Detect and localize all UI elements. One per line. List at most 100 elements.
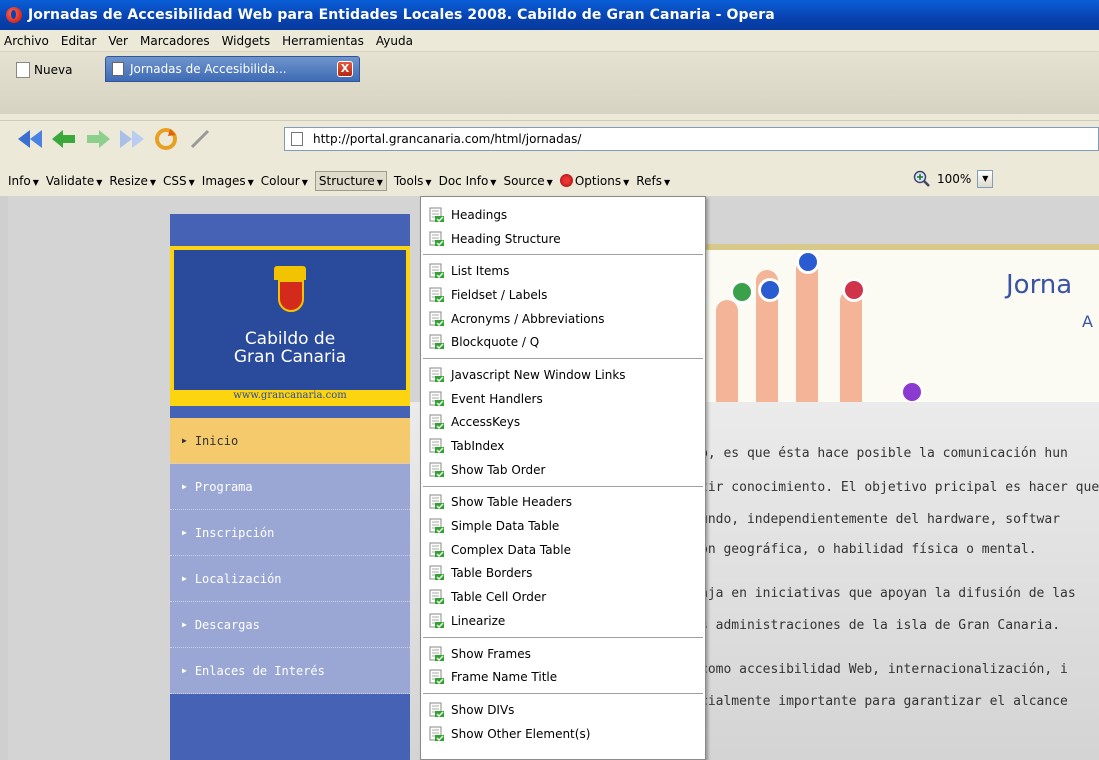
dev-menu-structure[interactable]: Structure ▼ xyxy=(314,171,387,191)
menu-ayuda[interactable]: Ayuda xyxy=(376,34,413,48)
structure-menu-item[interactable]: Fieldset / Labels xyxy=(421,283,705,307)
menu-item-label: Fieldset / Labels xyxy=(451,287,548,302)
fast-forward-button[interactable] xyxy=(118,125,146,153)
menu-item-label: Show Table Headers xyxy=(451,495,572,510)
dev-menu-colour[interactable]: Colour ▼ xyxy=(261,174,308,188)
structure-menu-item[interactable]: TabIndex xyxy=(421,434,705,458)
structure-menu-item[interactable]: List Items xyxy=(421,259,705,283)
structure-menu-item[interactable]: Show Table Headers xyxy=(421,491,705,515)
nav-arrow-icon: ▶ xyxy=(182,620,187,629)
logo-name: Cabildo de Gran Canaria xyxy=(174,330,406,366)
dev-menu-refs[interactable]: Refs ▼ xyxy=(636,174,670,188)
menu-separator xyxy=(423,636,703,638)
menu-marcadores[interactable]: Marcadores xyxy=(140,34,210,48)
dev-menu-validate[interactable]: Validate ▼ xyxy=(46,174,103,188)
dev-menu-css[interactable]: CSS ▼ xyxy=(163,174,195,188)
structure-menu-item[interactable]: Blockquote / Q xyxy=(421,330,705,354)
structure-menu-item[interactable]: Table Borders xyxy=(421,562,705,586)
navigation-bar xyxy=(0,120,1099,156)
structure-menu-item[interactable]: Acronyms / Abbreviations xyxy=(421,307,705,331)
content-line: ón geográfica, o habilidad física o ment… xyxy=(700,542,1037,557)
structure-menu-item[interactable]: Headings xyxy=(421,203,705,227)
site-nav-item-inscripcion[interactable]: ▶ Inscripción xyxy=(170,510,410,556)
nav-arrow-icon: ▶ xyxy=(182,436,187,445)
dev-menu-images[interactable]: Images ▼ xyxy=(202,174,254,188)
back-button[interactable] xyxy=(50,125,78,153)
site-nav-item-localizacion[interactable]: ▶ Localización xyxy=(170,556,410,602)
close-tab-icon[interactable]: X xyxy=(337,61,353,77)
banner-subtitle: A xyxy=(1082,312,1093,331)
structure-menu-item[interactable]: Frame Name Title xyxy=(421,665,705,689)
dev-menu-tools[interactable]: Tools ▼ xyxy=(394,174,432,188)
structure-menu-item[interactable]: Table Cell Order xyxy=(421,585,705,609)
structure-menu-item[interactable]: Event Handlers xyxy=(421,387,705,411)
site-logo[interactable]: Cabildo de Gran Canaria www.grancanaria.… xyxy=(170,246,410,406)
site-nav-item-enlaces[interactable]: ▶ Enlaces de Interés xyxy=(170,648,410,694)
structure-menu-item[interactable]: Simple Data Table xyxy=(421,514,705,538)
coat-of-arms-icon xyxy=(278,280,304,312)
menu-archivo[interactable]: Archivo xyxy=(4,34,49,48)
structure-menu-item[interactable]: Linearize xyxy=(421,609,705,633)
url-input[interactable] xyxy=(313,132,913,146)
menu-separator xyxy=(423,693,703,695)
banner-title: Jorna xyxy=(1006,270,1073,300)
window-title: Jornadas de Accesibilidad Web para Entid… xyxy=(28,7,775,23)
structure-menu-item[interactable]: Show DIVs xyxy=(421,698,705,722)
menu-item-label: Simple Data Table xyxy=(451,519,560,534)
dev-menu-caret: ▼ xyxy=(247,178,254,187)
zoom-dropdown-icon[interactable]: ▼ xyxy=(977,170,994,188)
zoom-control[interactable]: 100% ▼ xyxy=(913,170,994,188)
checked-page-icon xyxy=(429,231,445,247)
checked-page-icon xyxy=(429,287,445,303)
new-tab-button[interactable]: Nueva xyxy=(16,58,72,82)
dev-menu-caret: ▼ xyxy=(149,178,156,187)
reload-button[interactable] xyxy=(152,125,180,153)
checked-page-icon xyxy=(429,462,445,478)
structure-menu-item[interactable]: Show Tab Order xyxy=(421,458,705,482)
site-nav-item-inicio[interactable]: ▶ Inicio xyxy=(170,418,410,464)
checked-page-icon xyxy=(429,414,445,430)
site-nav: ▶ Inicio ▶ Programa ▶ Inscripción ▶ Localiza… xyxy=(170,418,410,694)
structure-menu-item[interactable]: Javascript New Window Links xyxy=(421,363,705,387)
back-arrow-icon xyxy=(52,129,75,148)
dev-menu-label: Colour xyxy=(260,174,300,188)
menu-editar[interactable]: Editar xyxy=(61,34,97,48)
rewind-button[interactable] xyxy=(16,125,44,153)
menu-item-label: Linearize xyxy=(451,613,506,628)
structure-menu-item[interactable]: Show Other Element(s) xyxy=(421,722,705,746)
page-icon xyxy=(112,62,124,76)
menu-item-label: Table Borders xyxy=(451,566,533,581)
banner-finger xyxy=(796,258,818,408)
structure-menu-item[interactable]: Show Frames xyxy=(421,642,705,666)
edit-button[interactable] xyxy=(186,125,214,153)
structure-menu-item[interactable]: Heading Structure xyxy=(421,227,705,251)
accessibility-badge-icon xyxy=(758,278,782,302)
site-nav-item-programa[interactable]: ▶ Programa xyxy=(170,464,410,510)
menu-ver[interactable]: Ver xyxy=(108,34,128,48)
menu-widgets[interactable]: Widgets xyxy=(222,34,271,48)
logo-url: www.grancanaria.com xyxy=(233,390,347,401)
reload-icon xyxy=(155,127,177,150)
structure-menu-item[interactable]: Complex Data Table xyxy=(421,538,705,562)
dev-menu-source[interactable]: Source ▼ xyxy=(503,174,552,188)
dev-menu-info[interactable]: Info ▼ xyxy=(8,174,39,188)
accessibility-badge-icon xyxy=(796,250,820,274)
menu-herramientas[interactable]: Herramientas xyxy=(282,34,364,48)
tab-jornadas[interactable]: Jornadas de Accesibilida... X xyxy=(105,56,360,82)
site-nav-item-descargas[interactable]: ▶ Descargas xyxy=(170,602,410,648)
dev-menu-doc-info[interactable]: Doc Info ▼ xyxy=(439,174,497,188)
dev-menu-label: Images xyxy=(201,174,246,188)
checked-page-icon xyxy=(429,589,445,605)
dev-menu-resize[interactable]: Resize ▼ xyxy=(109,174,156,188)
structure-menu-item[interactable]: AccessKeys xyxy=(421,411,705,435)
nav-label: Descargas xyxy=(194,617,260,632)
address-bar[interactable] xyxy=(284,127,1099,151)
dev-menu-caret: ▼ xyxy=(376,178,383,187)
crown-icon xyxy=(274,266,306,280)
checked-page-icon xyxy=(429,702,445,718)
opera-options-icon xyxy=(559,174,573,187)
dev-menu-options[interactable]: Options ▼ xyxy=(559,174,629,188)
checked-page-icon xyxy=(429,565,445,581)
banner-finger xyxy=(840,290,862,408)
forward-button[interactable] xyxy=(84,125,112,153)
